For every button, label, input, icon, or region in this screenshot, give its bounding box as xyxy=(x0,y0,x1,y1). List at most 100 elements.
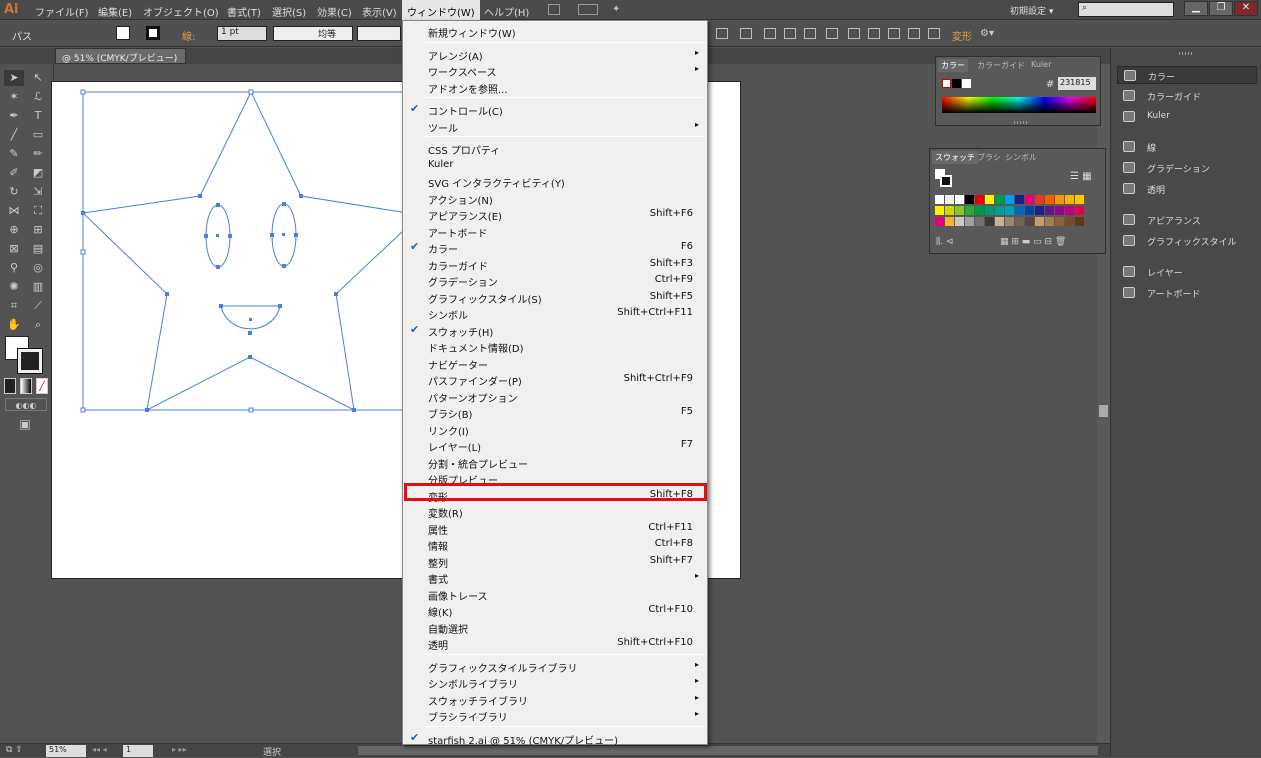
dock-gradient[interactable]: グラデーション xyxy=(1117,159,1257,177)
dock-graphic-styles[interactable]: グラフィックスタイル xyxy=(1117,232,1257,250)
window-menu-item-label: レイヤー(L) xyxy=(428,443,482,454)
window-menu-item[interactable]: ツール ▸ xyxy=(403,118,707,135)
dock-transparency-label: 透明 xyxy=(1147,186,1166,196)
window-menu-item-shortcut: Shift+F6 xyxy=(649,208,693,219)
window-menu-item[interactable]: アクション(N) xyxy=(403,190,707,207)
window-menu-item[interactable]: スウォッチライブラリ ▸ xyxy=(403,691,707,708)
window-menu-item-label: 情報 xyxy=(428,542,448,553)
checkmark-icon: ✔ xyxy=(410,322,420,336)
dock-stroke[interactable]: 線 xyxy=(1117,138,1257,156)
window-menu-item[interactable]: アートボード xyxy=(403,223,707,240)
window-menu-item[interactable]: ✔ カラー F6 xyxy=(403,239,707,256)
window-menu-item[interactable]: 透明 Shift+Ctrl+F10 xyxy=(403,635,707,652)
brushes-tab[interactable]: ブラシ xyxy=(974,151,1004,164)
dock-transparency[interactable]: 透明 xyxy=(1117,180,1257,198)
window-menu-item-label: スウォッチライブラリ xyxy=(428,696,528,708)
swatches-tab[interactable]: スウォッチ xyxy=(932,151,978,164)
horizontal-scrollbar[interactable] xyxy=(358,746,1098,755)
dock-layers[interactable]: レイヤー xyxy=(1117,263,1257,281)
window-menu-item[interactable]: ✔ コントロール(C) xyxy=(403,101,707,118)
window-menu-item[interactable]: 整列 Shift+F7 xyxy=(403,553,707,570)
submenu-arrow-icon: ▸ xyxy=(694,692,699,702)
window-menu-item-label: コントロール(C) xyxy=(428,107,503,118)
window-menu-item[interactable]: パスファインダー(P) Shift+Ctrl+F9 xyxy=(403,371,707,388)
window-menu-item[interactable]: シンボル Shift+Ctrl+F11 xyxy=(403,305,707,322)
window-menu-item-shortcut: F7 xyxy=(680,439,693,450)
vertical-scroll-thumb[interactable] xyxy=(1099,405,1108,417)
window-menu-item[interactable]: アレンジ(A) ▸ xyxy=(403,46,707,63)
window-menu-item[interactable]: グラフィックスタイルライブラリ ▸ xyxy=(403,658,707,675)
window-menu-item[interactable]: リンク(I) xyxy=(403,421,707,438)
artboard-number-field[interactable]: 1 xyxy=(123,745,153,757)
window-menu-item-label: 整列 xyxy=(428,558,448,570)
window-menu-item[interactable]: ドキュメント情報(D) xyxy=(403,338,707,355)
black-swatch[interactable] xyxy=(952,79,961,88)
mouth-path xyxy=(220,305,281,330)
hex-field[interactable]: 231815 xyxy=(1058,77,1096,90)
window-menu-item[interactable]: グラフィックスタイル(S) Shift+F5 xyxy=(403,289,707,306)
white-swatch[interactable] xyxy=(962,79,971,88)
dock-stroke-label: 線 xyxy=(1147,144,1157,154)
window-menu-item-label: アレンジ(A) xyxy=(428,51,483,63)
window-menu-item[interactable]: 画像トレース xyxy=(403,586,707,603)
window-menu-item[interactable]: ブラシライブラリ ▸ xyxy=(403,707,707,724)
checkmark-icon: ✔ xyxy=(410,730,420,744)
color-panel-tab-guide[interactable]: カラーガイド xyxy=(974,59,1028,72)
window-menu-item[interactable]: ナビゲーター xyxy=(403,355,707,372)
dock-artboards[interactable]: アートボード xyxy=(1117,284,1257,302)
stroke-indicator[interactable] xyxy=(940,175,952,187)
window-menu-item[interactable]: SVG インタラクティビティ(Y) xyxy=(403,173,707,190)
window-menu-item[interactable]: グラデーション Ctrl+F9 xyxy=(403,272,707,289)
window-menu-item[interactable]: ワークスペース ▸ xyxy=(403,62,707,79)
window-menu-item[interactable]: ✔ スウォッチ(H) xyxy=(403,322,707,339)
window-menu-item[interactable]: CSS プロパティ xyxy=(403,140,707,157)
window-menu-item[interactable]: カラーガイド Shift+F3 xyxy=(403,256,707,273)
none-swatch[interactable] xyxy=(942,79,951,88)
swatch-library-menu-icon[interactable]: ⫼. ⊲ xyxy=(936,237,953,247)
color-panel-tab-kuler[interactable]: Kuler xyxy=(1028,59,1054,70)
list-view-icon[interactable]: ☰ ▦ xyxy=(1070,171,1092,182)
window-menu-item[interactable]: アピアランス(E) Shift+F6 xyxy=(403,206,707,223)
window-menu-item[interactable]: ブラシ(B) F5 xyxy=(403,404,707,421)
window-menu-item-shortcut: Shift+F3 xyxy=(649,257,693,269)
window-menu-item[interactable]: パターンオプション xyxy=(403,388,707,405)
window-menu-item[interactable]: レイヤー(L) F7 xyxy=(403,437,707,454)
stroke-icon xyxy=(1123,141,1135,152)
prev-artboard-icon[interactable]: ◂◂ ◂ xyxy=(92,745,107,754)
swatch-actions-icons[interactable]: ▦ ⊞ ▬ ▭ ⊟ 🗑 xyxy=(1000,237,1066,247)
window-menu-item[interactable]: 自動選択 xyxy=(403,619,707,636)
dock-color[interactable]: カラー xyxy=(1117,66,1257,84)
zoom-field[interactable]: 51% xyxy=(46,745,86,757)
window-menu-item[interactable]: 書式 ▸ xyxy=(403,569,707,586)
dock-appearance[interactable]: アピアランス xyxy=(1117,211,1257,229)
next-artboard-icon[interactable]: ▸ ▸▸ xyxy=(172,745,187,754)
dock-color-guide[interactable]: カラーガイド xyxy=(1117,87,1257,105)
window-menu-item[interactable]: シンボルライブラリ ▸ xyxy=(403,674,707,691)
status-icons[interactable]: ⧉ ⇪ xyxy=(6,745,23,755)
window-menu-item[interactable]: 属性 Ctrl+F11 xyxy=(403,520,707,537)
window-menu-item-label: カラー xyxy=(428,245,458,256)
window-menu-item-label: グラフィックスタイル(S) xyxy=(428,294,542,306)
color-spectrum[interactable] xyxy=(942,97,1096,113)
color-panel-tab-color[interactable]: カラー xyxy=(938,59,968,72)
window-menu-item[interactable]: 線(K) Ctrl+F10 xyxy=(403,602,707,619)
window-menu-item[interactable]: 情報 Ctrl+F8 xyxy=(403,536,707,553)
window-menu-item[interactable]: 分割・統合プレビュー xyxy=(403,454,707,471)
window-menu-item-label: ドキュメント情報(D) xyxy=(428,344,524,355)
window-menu-item[interactable]: Kuler xyxy=(403,157,707,173)
dock-kuler[interactable]: Kuler xyxy=(1117,108,1257,126)
window-menu-item[interactable]: 変数(R) xyxy=(403,503,707,520)
symbols-tab[interactable]: シンボル xyxy=(1002,151,1040,164)
panel-grip[interactable] xyxy=(1014,121,1028,124)
submenu-arrow-icon: ▸ xyxy=(694,64,699,73)
window-menu-item[interactable]: 新規ウィンドウ(W) xyxy=(403,23,707,40)
star-path xyxy=(81,91,422,411)
window-menu-item[interactable]: ✔ starfish 2.ai @ 51% (CMYK/プレビュー) xyxy=(403,730,707,747)
window-menu-item-label: グラデーション xyxy=(428,278,498,289)
window-menu-item[interactable]: アドオンを参照... xyxy=(403,79,707,96)
swatch-grid[interactable] xyxy=(935,195,1095,231)
hex-label: # xyxy=(1046,79,1055,90)
window-menu-item-label: 新規ウィンドウ(W) xyxy=(428,29,516,40)
dock-grip[interactable] xyxy=(1179,52,1193,55)
status-mode[interactable]: 選択 xyxy=(263,745,281,758)
